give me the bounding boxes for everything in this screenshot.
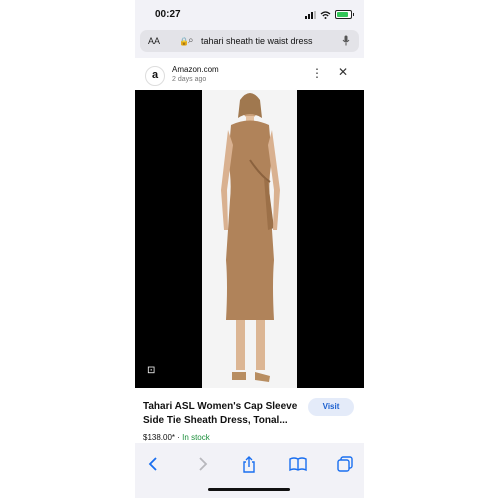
price: $138.00*: [143, 433, 176, 442]
battery-icon: [335, 10, 354, 19]
status-bar: 00:27: [135, 0, 364, 28]
search-query[interactable]: tahari sheath tie waist dress: [201, 36, 313, 46]
signal-icon: [305, 10, 316, 19]
search-result-card: a Amazon.com 2 days ago ⋮ ✕ ⊡ Tahari ASL…: [135, 58, 364, 443]
text-size-button[interactable]: AA: [148, 36, 160, 46]
model-in-dress-illustration: [202, 90, 297, 388]
browser-toolbar: [135, 450, 364, 480]
source-name: Amazon.com: [172, 65, 219, 74]
more-options-icon[interactable]: ⋮: [311, 66, 323, 80]
stock-status: In stock: [182, 433, 210, 442]
tabs-icon[interactable]: [337, 456, 353, 472]
separator: ·: [177, 433, 180, 442]
search-icon: ⌕: [188, 35, 194, 46]
status-time: 00:27: [155, 9, 181, 20]
price-row: $138.00* · In stock: [143, 433, 210, 442]
home-indicator: [208, 488, 290, 491]
product-title[interactable]: Tahari ASL Women's Cap Sleeve Side Tie S…: [143, 400, 313, 428]
status-icons: [305, 10, 354, 19]
bookmarks-icon[interactable]: [289, 456, 307, 472]
back-icon[interactable]: [147, 456, 161, 472]
visit-button[interactable]: Visit: [308, 398, 354, 416]
forward-icon[interactable]: [195, 456, 209, 472]
wifi-icon: [320, 10, 331, 19]
amazon-logo: a: [145, 66, 165, 86]
visual-search-icon[interactable]: ⊡: [147, 365, 155, 376]
posted-time: 2 days ago: [172, 76, 207, 83]
dress-photo: [202, 90, 297, 388]
share-icon[interactable]: [241, 456, 257, 474]
product-image[interactable]: ⊡: [135, 90, 364, 388]
address-bar[interactable]: AA 🔒 ⌕ tahari sheath tie waist dress: [140, 30, 359, 52]
close-icon[interactable]: ✕: [338, 65, 348, 79]
phone-screen: 00:27 AA 🔒 ⌕ tahari sheath tie waist dre…: [135, 0, 364, 498]
microphone-icon[interactable]: [342, 35, 350, 46]
